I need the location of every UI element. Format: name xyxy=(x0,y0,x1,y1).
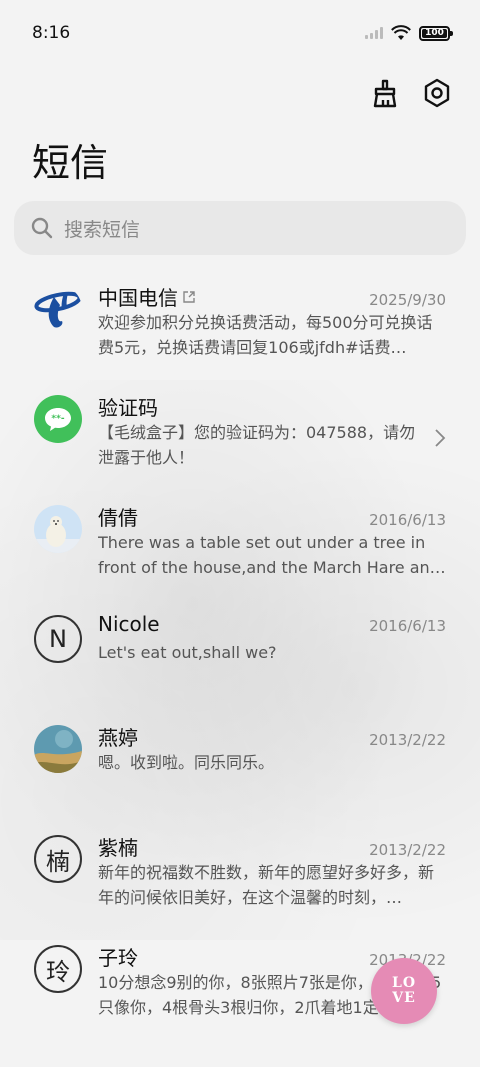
message-preview: There was a table set out under a tree i… xyxy=(98,533,446,577)
message-bubble-icon: **- xyxy=(34,395,82,443)
avatar-letter: 楠 xyxy=(34,835,82,883)
broom-icon xyxy=(373,79,397,108)
hex-gear-icon xyxy=(424,78,450,108)
contact-name: 燕婷 xyxy=(98,726,138,750)
message-date: 2013/2/22 xyxy=(369,841,446,859)
svg-text:**-: **- xyxy=(51,414,64,424)
chevron-right-icon[interactable] xyxy=(434,428,446,448)
contact-name: Nicole xyxy=(98,612,160,636)
fab-label-line2: VE xyxy=(392,990,416,1006)
settings-button[interactable] xyxy=(420,76,454,110)
avatar-letter: 玲 xyxy=(34,945,82,993)
conversation-content: 燕婷 2013/2/22 嗯。收到啦。同乐同乐。 xyxy=(98,722,446,816)
fab-label-line1: LO xyxy=(391,975,417,991)
conversation-item[interactable]: 倩倩 2016/6/13 There was a table set out u… xyxy=(0,486,480,596)
status-bar: 8:16 100 xyxy=(0,0,480,66)
battery-level: 100 xyxy=(425,28,444,38)
search-icon xyxy=(31,217,53,239)
contact-name: 子玲 xyxy=(98,946,138,970)
wifi-icon xyxy=(391,25,411,40)
conversation-item[interactable]: N Nicole 2016/6/13 Let's eat out,shall w… xyxy=(0,596,480,706)
conversation-content: Nicole 2016/6/13 Let's eat out,shall we? xyxy=(98,612,446,706)
message-date: 2016/6/13 xyxy=(369,511,446,529)
landscape-photo xyxy=(34,725,82,773)
message-preview: 嗯。收到啦。同乐同乐。 xyxy=(98,753,275,772)
conversation-content: 倩倩 2016/6/13 There was a table set out u… xyxy=(98,502,446,596)
polar-bear-photo xyxy=(34,505,82,553)
conversation-content: 中国电信 2025/9/30 欢迎参加积分兑换话费活动，每500分可兑换话费5元… xyxy=(98,282,446,376)
conversation-content: 验证码 【毛绒盒子】您的验证码为：047588，请勿泄露于他人！ xyxy=(98,392,446,486)
conversation-item[interactable]: 中国电信 2025/9/30 欢迎参加积分兑换话费活动，每500分可兑换话费5元… xyxy=(0,266,480,376)
conversation-item[interactable]: 楠 紫楠 2013/2/22 新年的祝福数不胜数，新年的愿望好多好多，新年的问候… xyxy=(0,816,480,926)
message-preview: 欢迎参加积分兑换话费活动，每500分可兑换话费5元，兑换话费请回复106或jfd… xyxy=(98,313,433,357)
external-link-icon xyxy=(183,290,195,303)
contact-name: 倩倩 xyxy=(98,506,138,530)
avatar-letter: N xyxy=(34,615,82,663)
contact-name: 中国电信 xyxy=(98,282,196,311)
message-date: 2016/6/13 xyxy=(369,617,446,635)
contact-name: 紫楠 xyxy=(98,836,138,860)
china-telecom-logo xyxy=(34,285,82,333)
search-placeholder: 搜索短信 xyxy=(64,218,141,241)
search-input[interactable]: 搜索短信 xyxy=(14,201,466,255)
status-time: 8:16 xyxy=(32,23,71,43)
status-icons: 100 xyxy=(365,25,453,41)
conversation-list: 中国电信 2025/9/30 欢迎参加积分兑换话费活动，每500分可兑换话费5元… xyxy=(0,266,480,1036)
conversation-content: 紫楠 2013/2/22 新年的祝福数不胜数，新年的愿望好多好多，新年的问候依旧… xyxy=(98,832,446,926)
message-date: 2013/2/22 xyxy=(369,731,446,749)
love-fab-button[interactable]: LO VE xyxy=(371,958,437,1024)
message-preview: Let's eat out,shall we? xyxy=(98,643,277,662)
clean-button[interactable] xyxy=(368,76,402,110)
signal-icon xyxy=(365,27,383,39)
message-date: 2025/9/30 xyxy=(369,291,446,309)
contact-name: 验证码 xyxy=(98,396,158,420)
message-preview: 新年的祝福数不胜数，新年的愿望好多好多，新年的问候依旧美好，在这个温馨的时刻，… xyxy=(98,863,435,907)
message-preview: 【毛绒盒子】您的验证码为：047588，请勿泄露于他人！ xyxy=(98,423,416,467)
conversation-item[interactable]: 燕婷 2013/2/22 嗯。收到啦。同乐同乐。 xyxy=(0,706,480,816)
page-title: 短信 xyxy=(32,141,109,185)
conversation-item[interactable]: **- 验证码 【毛绒盒子】您的验证码为：047588，请勿泄露于他人！ xyxy=(0,376,480,486)
battery-icon: 100 xyxy=(419,25,453,41)
top-toolbar xyxy=(368,76,454,110)
